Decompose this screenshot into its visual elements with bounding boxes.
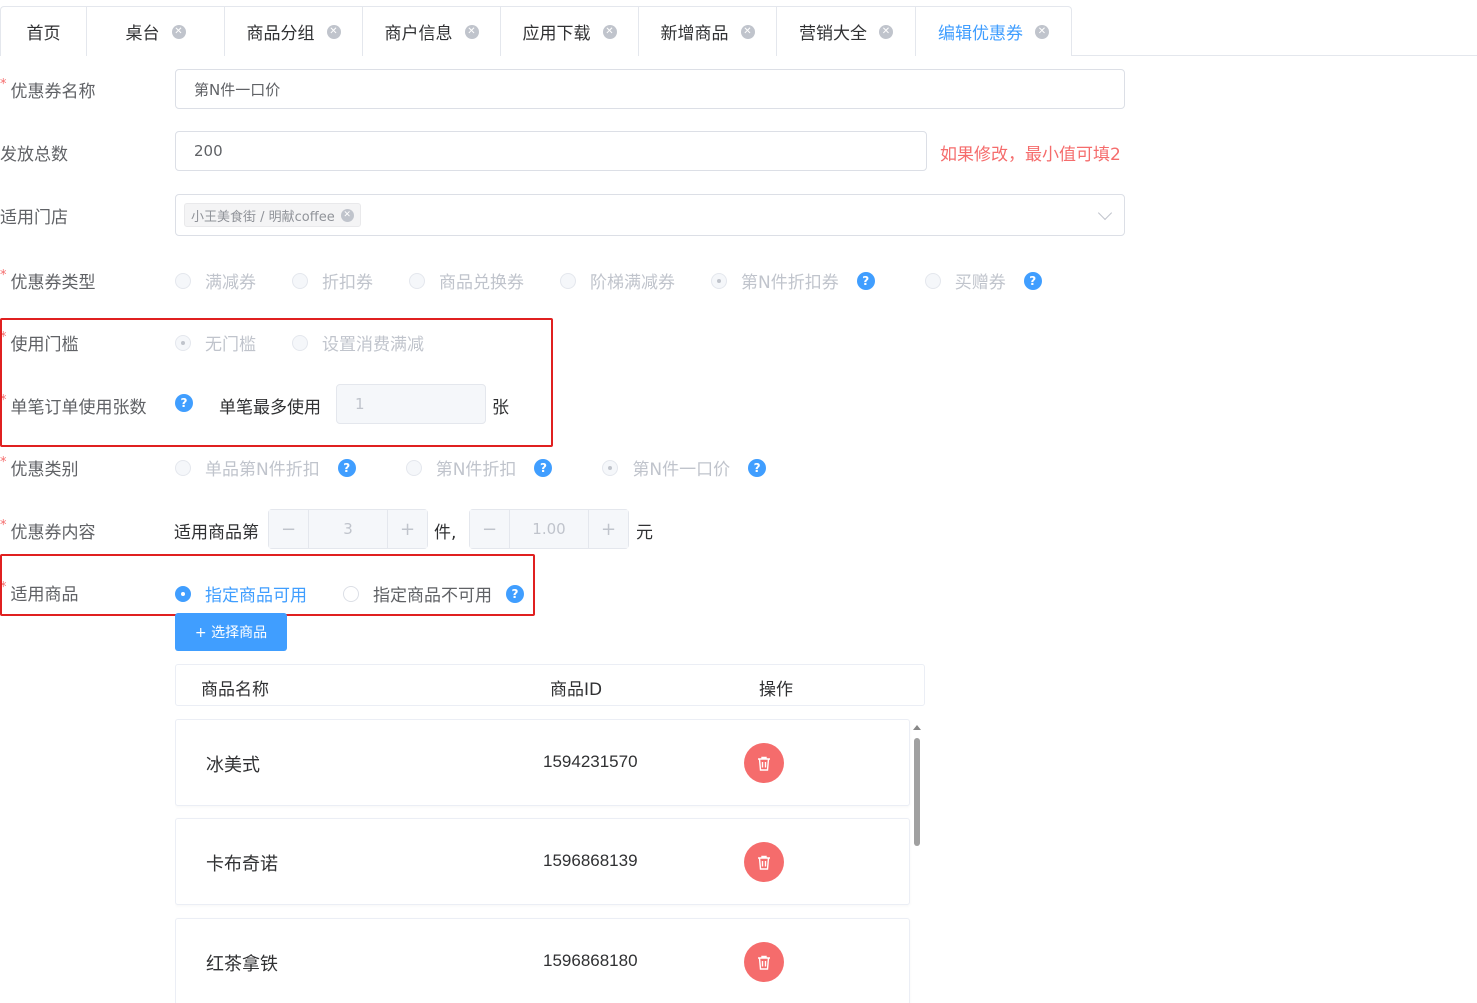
radio-circle <box>409 272 425 289</box>
trash-icon <box>758 955 770 970</box>
product-list: 冰美式 1594231570 卡布奇诺 1596868139 红茶拿铁 1596… <box>175 719 925 1003</box>
radio-nth-fixed-price[interactable]: 第N件一口价 <box>602 455 730 480</box>
close-icon[interactable]: ✕ <box>879 24 893 39</box>
close-icon[interactable]: ✕ <box>740 24 755 39</box>
product-name: 卡布奇诺 <box>206 854 278 875</box>
chevron-down-icon[interactable] <box>1097 205 1113 221</box>
coupon-type-label: * 优惠券类型 <box>0 268 96 293</box>
header-name: 商品名称 <box>201 680 269 700</box>
coupon-name-input[interactable]: 第N件一口价 <box>175 69 1125 109</box>
tabs: 首页 桌台 ✕ 商品分组 ✕ 商户信息 ✕ 应用下载 ✕ 新增商品 ✕ 营销大全 ✕ 编辑优… <box>0 6 1072 56</box>
total-hint: 如果修改，最小值可填2 <box>940 145 1121 165</box>
table-row: 卡布奇诺 1596868139 <box>175 818 910 905</box>
product-id: 1596868139 <box>543 851 638 870</box>
tab-app-download[interactable]: 应用下载 ✕ <box>501 7 639 56</box>
radio-full-reduction[interactable]: 满减券 <box>175 268 256 293</box>
header-action: 操作 <box>759 680 793 700</box>
help-icon[interactable]: ? <box>856 271 875 290</box>
minus-icon[interactable]: − <box>470 510 510 548</box>
plus-icon[interactable]: + <box>588 510 628 548</box>
radio-circle <box>175 272 191 289</box>
radio-circle <box>602 459 619 476</box>
radio-nth-discount[interactable]: 第N件折扣券 <box>711 268 839 293</box>
total-label: 发放总数 <box>0 145 68 165</box>
stores-label: 适用门店 <box>0 208 68 228</box>
close-icon[interactable]: ✕ <box>1035 24 1049 39</box>
product-name: 冰美式 <box>206 755 260 776</box>
product-name: 红茶拿铁 <box>206 954 278 975</box>
table-row: 红茶拿铁 1596868180 <box>175 918 910 1003</box>
radio-circle <box>405 459 422 476</box>
tab-label: 营销大全 <box>799 24 867 44</box>
tab-label: 商品分组 <box>246 24 315 44</box>
tab-label: 首页 <box>26 24 61 44</box>
product-id: 1596868180 <box>543 951 638 970</box>
stores-select[interactable]: 小王美食街 / 明献coffee ✕ <box>175 194 1125 236</box>
delete-button[interactable] <box>744 743 784 783</box>
coupon-name-label: * 优惠券名称 <box>0 77 96 102</box>
coupon-type-radios: 满减券 折扣券 商品兑换券 阶梯满减券 第N件折扣券 ? 买赠券 ? <box>175 268 1042 293</box>
nth-stepper[interactable]: − 3 + <box>268 509 428 549</box>
radio-circle <box>711 272 727 289</box>
highlight-box <box>0 554 535 616</box>
discount-kind-label: * 优惠类别 <box>0 455 79 480</box>
radio-single-nth[interactable]: 单品第N件折扣 <box>175 455 320 480</box>
close-icon[interactable]: ✕ <box>171 24 186 39</box>
header-id: 商品ID <box>550 680 603 700</box>
select-products-button[interactable]: + 选择商品 <box>175 613 287 651</box>
close-icon[interactable]: ✕ <box>340 208 354 222</box>
total-input[interactable]: 200 <box>175 131 927 171</box>
tab-edit-coupon[interactable]: 编辑优惠券 ✕ <box>916 7 1071 56</box>
radio-circle <box>175 459 191 476</box>
radio-circle <box>924 272 941 289</box>
delete-button[interactable] <box>744 842 784 882</box>
price-stepper[interactable]: − 1.00 + <box>469 509 629 549</box>
help-icon[interactable]: ? <box>534 458 553 477</box>
content-mid: 件, <box>434 523 457 543</box>
scroll-up-icon[interactable] <box>913 725 921 730</box>
tab-table[interactable]: 桌台 ✕ <box>87 7 225 56</box>
close-icon[interactable]: ✕ <box>602 24 617 39</box>
tab-bar: 首页 桌台 ✕ 商品分组 ✕ 商户信息 ✕ 应用下载 ✕ 新增商品 ✕ 营销大全 ✕ 编辑优… <box>0 0 1477 56</box>
store-tag: 小王美食街 / 明献coffee ✕ <box>184 203 361 227</box>
content-label: * 优惠券内容 <box>0 518 96 543</box>
radio-buy-gift[interactable]: 买赠券 <box>924 268 1006 293</box>
close-icon[interactable]: ✕ <box>464 24 479 39</box>
radio-exchange[interactable]: 商品兑换券 <box>409 268 524 293</box>
minus-icon[interactable]: − <box>269 510 309 548</box>
radio-discount[interactable]: 折扣券 <box>292 268 373 293</box>
tab-merchant-info[interactable]: 商户信息 ✕ <box>363 7 501 56</box>
radio-nth-discount-kind[interactable]: 第N件折扣 <box>405 455 516 480</box>
tab-home[interactable]: 首页 <box>1 7 87 56</box>
tab-label: 应用下载 <box>522 24 591 44</box>
help-icon[interactable]: ? <box>337 458 356 477</box>
scroll-thumb[interactable] <box>914 738 920 846</box>
tab-label: 桌台 <box>125 24 160 44</box>
tab-add-product[interactable]: 新增商品 ✕ <box>639 7 777 56</box>
content-unit: 元 <box>636 523 653 543</box>
delete-button[interactable] <box>744 942 784 982</box>
radio-tiered[interactable]: 阶梯满减券 <box>560 268 675 293</box>
tab-label: 商户信息 <box>384 24 453 44</box>
radio-circle <box>292 272 308 289</box>
highlight-box <box>0 318 553 447</box>
help-icon[interactable]: ? <box>748 458 767 477</box>
tab-label: 编辑优惠券 <box>938 24 1023 44</box>
plus-icon[interactable]: + <box>387 510 427 548</box>
discount-kind-radios: 单品第N件折扣 ? 第N件折扣 ? 第N件一口价 ? <box>175 455 767 480</box>
scrollbar[interactable] <box>912 722 922 1003</box>
tab-label: 新增商品 <box>660 24 729 44</box>
table-row: 冰美式 1594231570 <box>175 719 910 806</box>
tab-marketing[interactable]: 营销大全 ✕ <box>777 7 916 56</box>
close-icon[interactable]: ✕ <box>326 24 341 39</box>
radio-circle <box>560 272 576 289</box>
tab-product-groups[interactable]: 商品分组 ✕ <box>225 7 363 56</box>
trash-icon <box>758 855 770 870</box>
content-prefix: 适用商品第 <box>174 523 259 543</box>
help-icon[interactable]: ? <box>1023 271 1042 290</box>
trash-icon <box>758 756 770 771</box>
product-id: 1594231570 <box>543 752 638 771</box>
table-header: 商品名称 商品ID 操作 <box>175 664 925 706</box>
